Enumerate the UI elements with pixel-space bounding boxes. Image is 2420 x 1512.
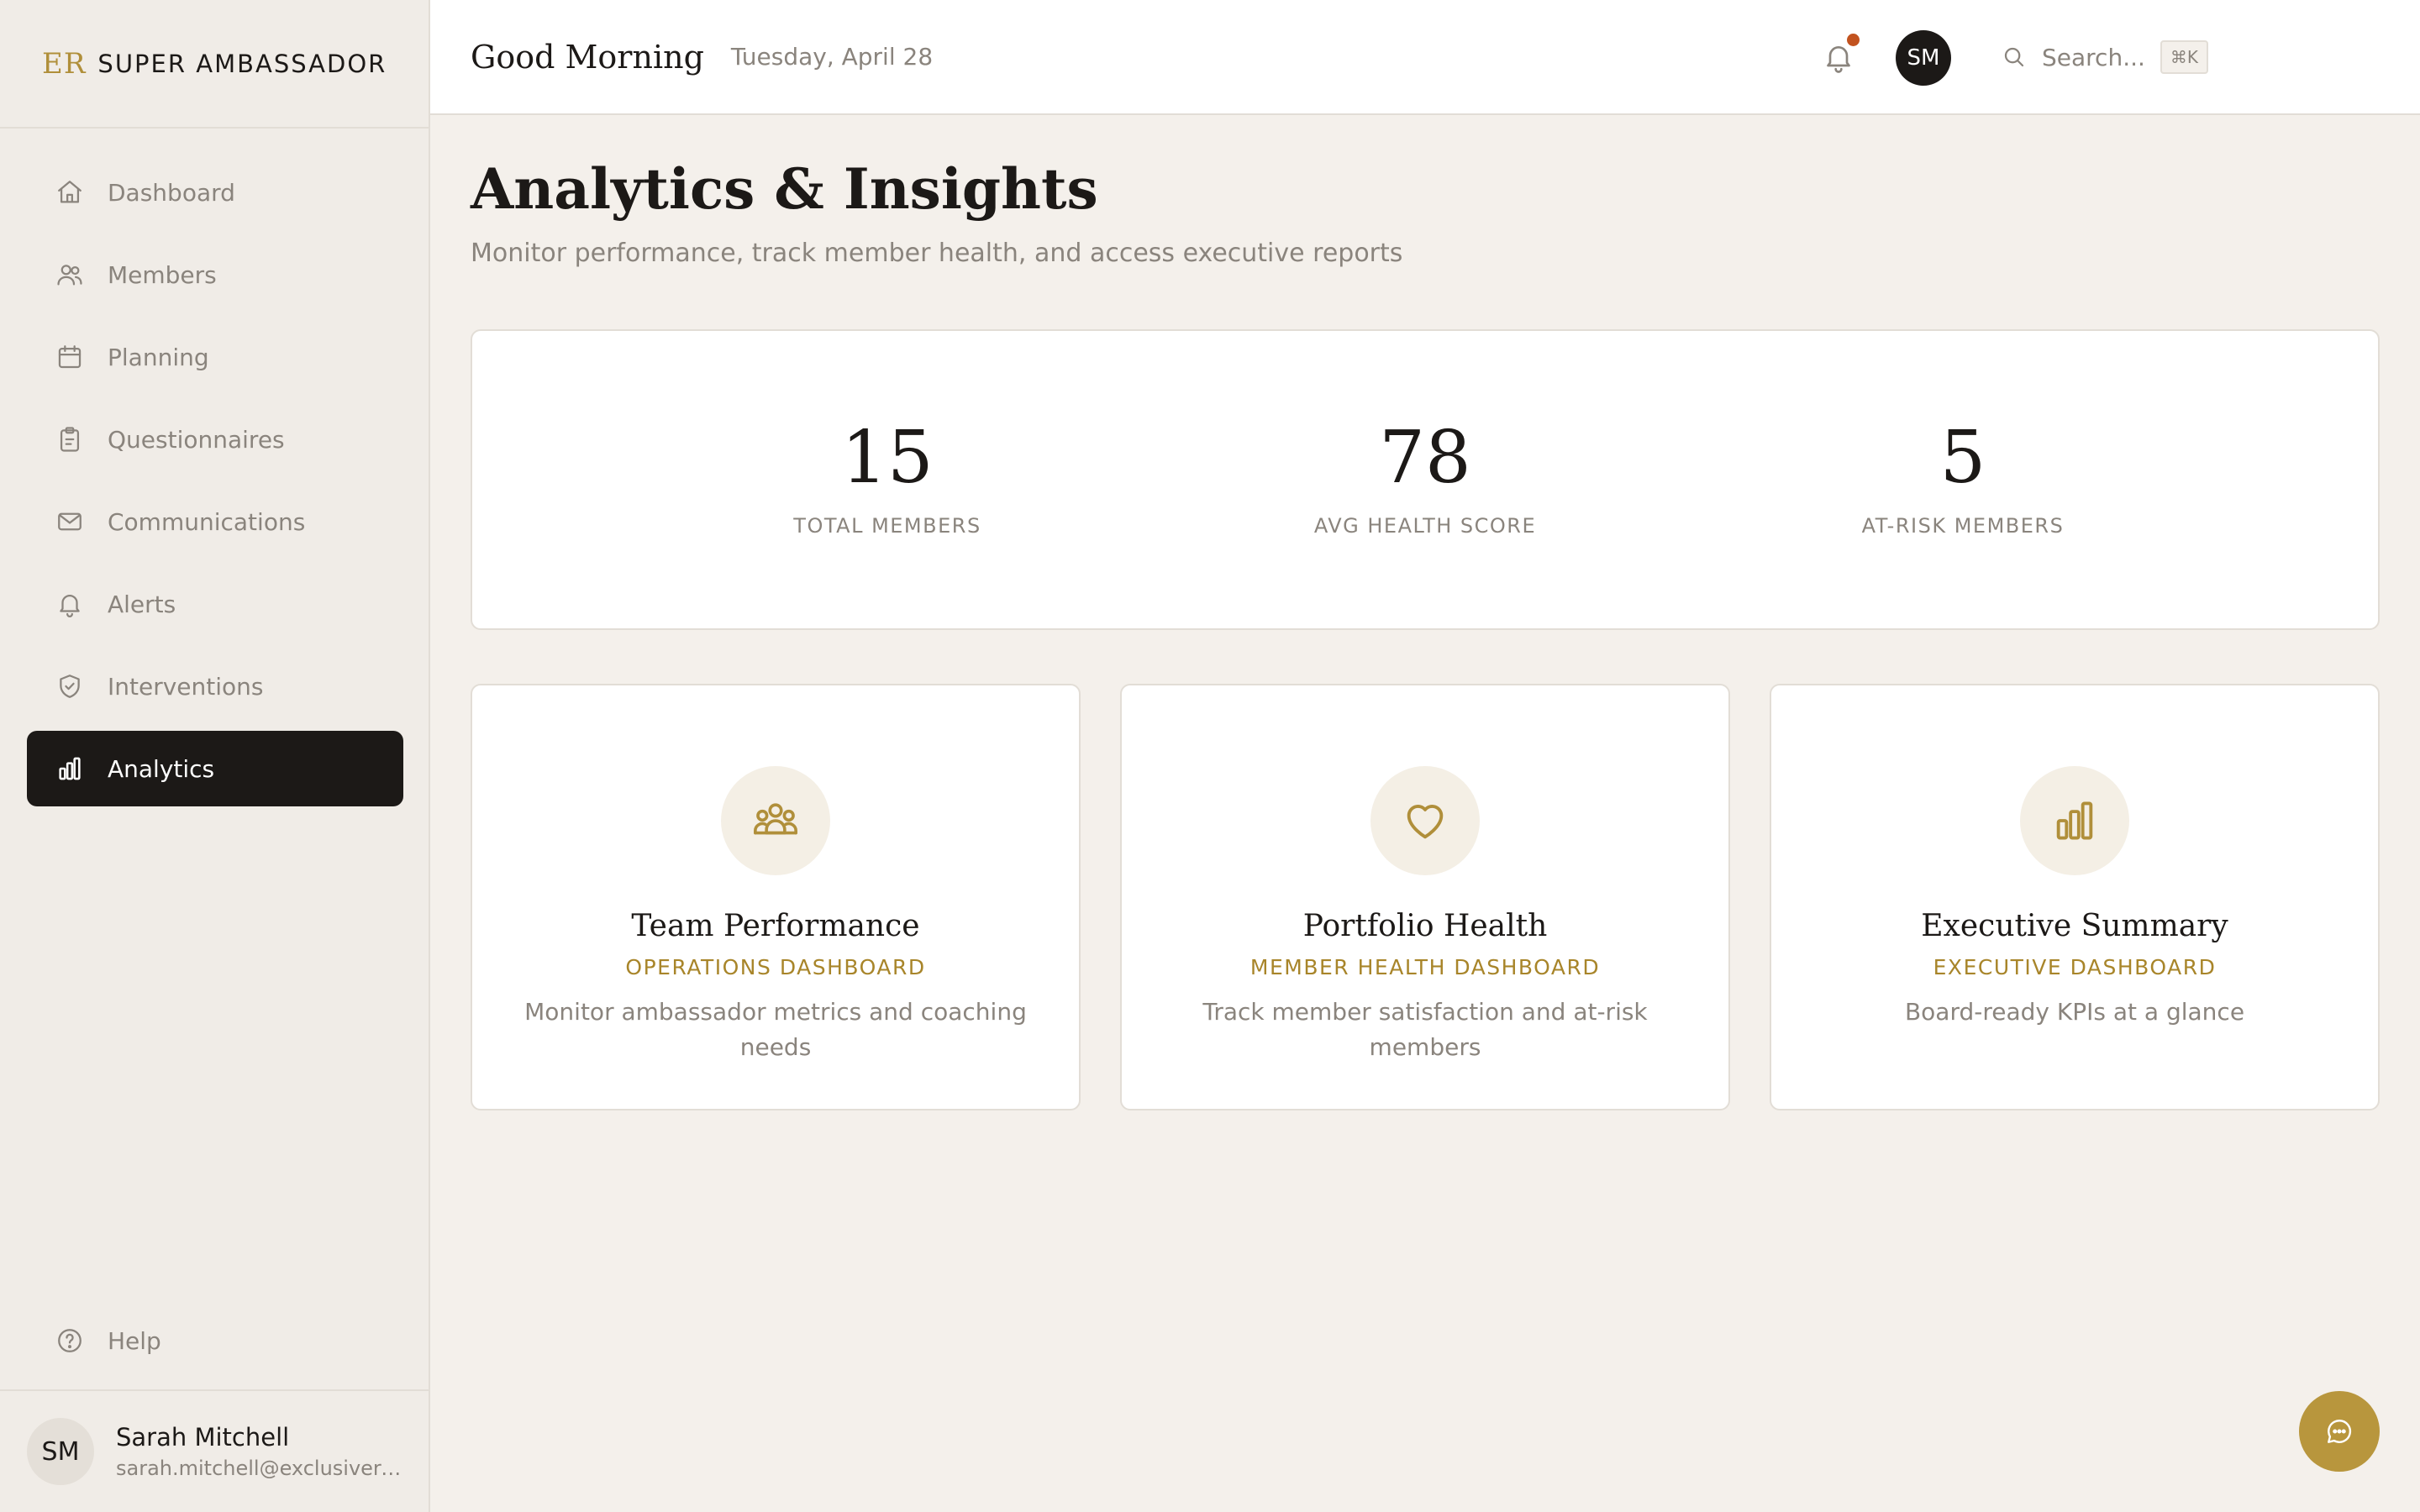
- sidebar-item-dashboard[interactable]: Dashboard: [27, 155, 403, 230]
- stat-label: AT-RISK MEMBERS: [1861, 514, 2065, 538]
- card-description: Monitor ambassador metrics and coaching …: [524, 998, 1027, 1061]
- bar-chart-icon: [59, 757, 81, 780]
- heart-icon: [1407, 805, 1444, 839]
- clipboard-icon: [60, 427, 80, 452]
- search-shortcut-badge: ⌘K: [2160, 40, 2209, 74]
- bar-chart-icon: [2056, 801, 2093, 840]
- user-name: Sarah Mitchell: [116, 1423, 290, 1452]
- help-circle-icon: [58, 1329, 82, 1352]
- shield-check-icon: [60, 675, 80, 698]
- brand-name: SUPER AMBASSADOR: [97, 49, 387, 78]
- card-title: Portfolio Health: [1302, 909, 1548, 943]
- brand[interactable]: ER SUPER AMBASSADOR: [0, 0, 429, 129]
- card-kicker: MEMBER HEALTH DASHBOARD: [1249, 955, 1601, 979]
- page-title: Analytics & Insights: [471, 156, 1098, 222]
- stat-label: TOTAL MEMBERS: [793, 514, 981, 538]
- users-icon: [57, 265, 82, 286]
- sidebar-item-label: Alerts: [108, 590, 176, 618]
- card-icon-badge: [721, 766, 830, 875]
- top-header: Good Morning Tuesday, April 28 Search...…: [430, 0, 2420, 115]
- team-performance-card[interactable]: Team Performance OPERATIONS DASHBOARD Mo…: [471, 684, 1081, 1110]
- search-input[interactable]: Search... ⌘K: [2002, 37, 2209, 77]
- card-icon-badge: [1370, 766, 1480, 875]
- chat-button[interactable]: [2299, 1391, 2380, 1472]
- stat-value: 78: [1379, 416, 1471, 500]
- card-icon-badge: [2020, 766, 2129, 875]
- sidebar-item-label: Dashboard: [108, 178, 235, 207]
- sidebar-item-interventions[interactable]: Interventions: [27, 648, 403, 724]
- sidebar-item-label: Interventions: [108, 672, 264, 701]
- sidebar-item-label: Analytics: [108, 754, 215, 783]
- team-icon: [754, 803, 797, 835]
- header-avatar[interactable]: SM: [1896, 30, 1951, 86]
- sidebar-item-label: Questionnaires: [108, 425, 285, 454]
- card-title: Team Performance: [631, 909, 920, 943]
- sidebar-item-label: Communications: [108, 507, 306, 536]
- avatar: SM: [27, 1418, 94, 1485]
- sidebar-item-questionnaires[interactable]: Questionnaires: [27, 402, 403, 477]
- user-email: sarah.mitchell@exclusiveresorts.com: [116, 1457, 402, 1480]
- card-description: Track member satisfaction and at-risk me…: [1202, 998, 1648, 1061]
- sidebar-item-members[interactable]: Members: [27, 237, 403, 312]
- page-subtitle: Monitor performance, track member health…: [471, 239, 1403, 268]
- sidebar-item-label: Members: [108, 260, 217, 289]
- search-icon: [2004, 47, 2024, 67]
- stat-value: 15: [841, 416, 934, 500]
- notification-dot: [1847, 34, 1860, 46]
- stat-label: AVG HEALTH SCORE: [1313, 514, 1537, 538]
- sidebar-item-communications[interactable]: Communications: [27, 484, 403, 559]
- greeting: Good Morning: [471, 38, 704, 76]
- stat-avg-health-score: 78 AVG HEALTH SCORE: [1215, 422, 1635, 538]
- sidebar-nav: Dashboard Members Planning Questionnaire…: [27, 155, 403, 813]
- stat-total-members: 15 TOTAL MEMBERS: [677, 422, 1097, 538]
- sidebar-item-alerts[interactable]: Alerts: [27, 566, 403, 642]
- bell-icon: [60, 595, 80, 617]
- stat-at-risk-members: 5 AT-RISK MEMBERS: [1753, 422, 2173, 538]
- sidebar: ER SUPER AMBASSADOR Dashboard Members Pl…: [0, 0, 430, 1512]
- home-icon: [58, 181, 82, 203]
- help-link[interactable]: Help: [27, 1303, 403, 1378]
- card-description: Board-ready KPIs at a glance: [1904, 998, 2245, 1026]
- mail-icon: [58, 512, 82, 531]
- stats-panel: 15 TOTAL MEMBERS 78 AVG HEALTH SCORE 5 A…: [471, 329, 2380, 630]
- brand-logo-mark: ER: [42, 46, 87, 81]
- current-date: Tuesday, April 28: [730, 43, 934, 71]
- card-kicker: EXECUTIVE DASHBOARD: [1933, 955, 2217, 979]
- portfolio-health-card[interactable]: Portfolio Health MEMBER HEALTH DASHBOARD…: [1120, 684, 1730, 1110]
- calendar-icon: [58, 345, 82, 369]
- sidebar-item-label: Planning: [108, 343, 209, 371]
- sidebar-item-analytics[interactable]: Analytics: [27, 731, 403, 806]
- executive-summary-card[interactable]: Executive Summary EXECUTIVE DASHBOARD Bo…: [1770, 684, 2380, 1110]
- search-placeholder: Search...: [2042, 43, 2145, 71]
- chat-bubble-icon: [2328, 1420, 2352, 1443]
- card-title: Executive Summary: [1921, 909, 2228, 943]
- sidebar-item-planning[interactable]: Planning: [27, 319, 403, 395]
- user-info: Sarah Mitchell sarah.mitchell@exclusiver…: [116, 1423, 402, 1480]
- user-profile[interactable]: SM Sarah Mitchell sarah.mitchell@exclusi…: [0, 1389, 429, 1512]
- help-label: Help: [108, 1326, 161, 1355]
- stat-value: 5: [1939, 416, 1986, 500]
- card-kicker: OPERATIONS DASHBOARD: [625, 955, 926, 979]
